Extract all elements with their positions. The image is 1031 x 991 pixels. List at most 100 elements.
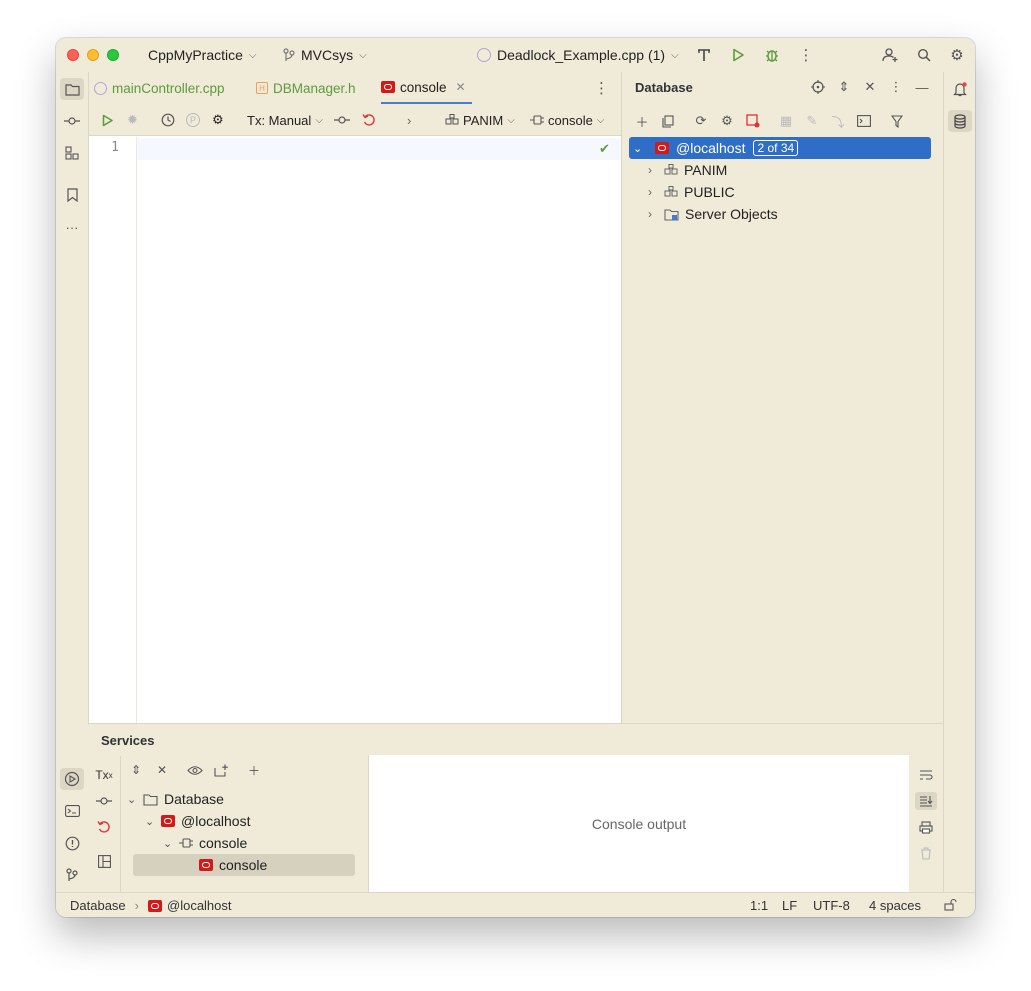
rollback-icon[interactable] bbox=[362, 111, 376, 129]
expand-all-icon[interactable]: ⇕ bbox=[125, 761, 147, 779]
panel-more-vertical-icon[interactable]: ⋮ bbox=[886, 78, 906, 96]
version-control-icon[interactable] bbox=[60, 864, 84, 886]
scroll-to-end-icon[interactable] bbox=[915, 792, 937, 810]
notifications-bell-icon[interactable] bbox=[948, 78, 972, 100]
services-node-database[interactable]: ⌄ Database bbox=[127, 788, 224, 810]
copy-icon[interactable] bbox=[658, 112, 678, 130]
read-only-lock-icon[interactable] bbox=[944, 898, 957, 911]
chevron-right-icon[interactable]: › bbox=[407, 111, 411, 129]
tab-main-controller[interactable]: mainController.cpp bbox=[94, 72, 225, 104]
bookmark-icon[interactable] bbox=[60, 184, 84, 206]
branch-selector[interactable]: MVCsys ⌵ bbox=[283, 38, 367, 72]
database-panel-title: Database bbox=[635, 80, 693, 95]
collapse-all-icon[interactable]: ✕ bbox=[151, 761, 173, 779]
chevron-down-icon[interactable]: ⌄ bbox=[633, 142, 645, 155]
tree-node-localhost[interactable]: ⌄ @localhost 2 of 34 bbox=[629, 137, 931, 159]
console-output-area[interactable]: Console output bbox=[368, 755, 909, 893]
run-config-selector[interactable]: Deadlock_Example.cpp (1) ⌵ bbox=[477, 38, 679, 72]
commit-icon[interactable] bbox=[93, 792, 115, 810]
debug-disabled-icon[interactable]: ✹ bbox=[127, 111, 138, 129]
line-ending[interactable]: LF bbox=[782, 898, 797, 913]
more-horizontal-icon[interactable]: ··· bbox=[60, 216, 84, 238]
tx-mode-dropdown[interactable]: Tx: Manual ⌵ bbox=[247, 111, 323, 129]
chevron-down-icon[interactable]: ⌄ bbox=[163, 837, 173, 850]
tab-dbmanager[interactable]: H DBManager.h bbox=[256, 72, 356, 104]
datasource-settings-icon[interactable]: ⚙ bbox=[717, 112, 737, 130]
terminal-icon[interactable] bbox=[60, 800, 84, 822]
file-encoding[interactable]: UTF-8 bbox=[813, 898, 850, 913]
tab-console[interactable]: console ✕ bbox=[381, 72, 472, 104]
tree-node-label: Server Objects bbox=[685, 206, 778, 222]
tree-node-server-objects[interactable]: › Server Objects bbox=[648, 203, 778, 225]
problems-icon[interactable] bbox=[60, 832, 84, 854]
build-hammer-icon[interactable] bbox=[695, 46, 713, 64]
breadcrumb-root[interactable]: Database bbox=[70, 898, 126, 913]
disconnect-icon[interactable] bbox=[743, 112, 763, 130]
caret-position[interactable]: 1:1 bbox=[750, 898, 768, 913]
session-dropdown[interactable]: console ⌵ bbox=[530, 111, 604, 129]
view-eye-icon[interactable] bbox=[184, 761, 206, 779]
chevron-down-icon[interactable]: ⌄ bbox=[145, 815, 155, 828]
soft-wrap-icon[interactable] bbox=[915, 766, 937, 784]
locate-target-icon[interactable] bbox=[808, 78, 828, 96]
search-icon[interactable] bbox=[915, 46, 933, 64]
branch-name: MVCsys bbox=[301, 47, 354, 63]
minimize-window-button[interactable] bbox=[87, 49, 99, 61]
console-settings-icon[interactable]: ⚙ bbox=[212, 111, 224, 129]
breadcrumb-host[interactable]: @localhost bbox=[167, 898, 232, 913]
services-node-console-group[interactable]: ⌄ console bbox=[163, 832, 247, 854]
new-tab-icon[interactable] bbox=[210, 761, 232, 779]
rollback-icon[interactable] bbox=[93, 818, 115, 836]
chevron-right-icon[interactable]: › bbox=[648, 185, 658, 199]
tab-more-vertical-icon[interactable]: ⋮ bbox=[594, 79, 609, 97]
commit-icon[interactable] bbox=[334, 111, 350, 129]
current-line-highlight[interactable] bbox=[137, 138, 622, 160]
services-node-localhost[interactable]: ⌄ @localhost bbox=[145, 810, 250, 832]
no-errors-check-icon[interactable]: ✔ bbox=[599, 141, 610, 157]
indent-setting[interactable]: 4 spaces bbox=[869, 898, 921, 913]
settings-gear-icon[interactable]: ⚙ bbox=[948, 46, 966, 64]
console-open-icon[interactable] bbox=[854, 112, 874, 130]
services-icon[interactable] bbox=[60, 768, 84, 790]
table-icon[interactable]: ▦ bbox=[776, 112, 796, 130]
trash-icon[interactable] bbox=[915, 844, 937, 862]
more-vertical-icon[interactable]: ⋮ bbox=[797, 46, 815, 64]
oracle-db-icon bbox=[148, 899, 162, 912]
tree-node-label: @localhost bbox=[676, 140, 746, 156]
close-window-button[interactable] bbox=[67, 49, 79, 61]
run-icon[interactable] bbox=[729, 46, 747, 64]
tree-node-label: PUBLIC bbox=[684, 184, 735, 200]
services-node-console[interactable]: console bbox=[199, 854, 267, 876]
execute-icon[interactable] bbox=[101, 111, 114, 129]
commit-icon[interactable] bbox=[60, 110, 84, 132]
print-icon[interactable] bbox=[915, 818, 937, 836]
add-service-icon[interactable]: ＋ bbox=[243, 761, 265, 779]
layout-icon[interactable] bbox=[93, 852, 115, 870]
expand-collapse-icon[interactable]: ⇕ bbox=[834, 78, 854, 96]
filter-icon[interactable] bbox=[887, 112, 907, 130]
project-folder-icon[interactable] bbox=[60, 78, 84, 100]
database-tool-icon[interactable] bbox=[948, 110, 972, 132]
collapse-all-icon[interactable]: ✕ bbox=[860, 78, 880, 96]
zoom-window-button[interactable] bbox=[107, 49, 119, 61]
chevron-right-icon[interactable]: › bbox=[648, 163, 658, 177]
tree-node-public[interactable]: › PUBLIC bbox=[648, 181, 735, 203]
hide-panel-icon[interactable]: — bbox=[912, 78, 932, 96]
refresh-icon[interactable]: ⟳ bbox=[691, 112, 711, 130]
history-clock-icon[interactable] bbox=[161, 111, 175, 129]
tree-node-panim[interactable]: › PANIM bbox=[648, 159, 727, 181]
close-tab-icon[interactable]: ✕ bbox=[456, 80, 466, 94]
schema-count-badge[interactable]: 2 of 34 bbox=[753, 140, 799, 156]
chevron-down-icon[interactable]: ⌄ bbox=[127, 793, 137, 806]
tx-icon[interactable]: Tx x bbox=[93, 766, 115, 784]
add-datasource-icon[interactable]: ＋ bbox=[632, 112, 652, 130]
jump-icon[interactable]: ⤵ bbox=[828, 112, 848, 130]
structure-icon[interactable] bbox=[60, 142, 84, 164]
edit-pencil-icon[interactable]: ✎ bbox=[802, 112, 822, 130]
chevron-right-icon[interactable]: › bbox=[648, 207, 658, 221]
debug-icon[interactable] bbox=[763, 46, 781, 64]
add-user-icon[interactable] bbox=[881, 46, 899, 64]
schema-dropdown[interactable]: PANIM ⌵ bbox=[445, 111, 515, 129]
project-selector[interactable]: CppMyPractice ⌵ bbox=[148, 38, 257, 72]
pin-p-icon[interactable]: P bbox=[186, 111, 200, 129]
